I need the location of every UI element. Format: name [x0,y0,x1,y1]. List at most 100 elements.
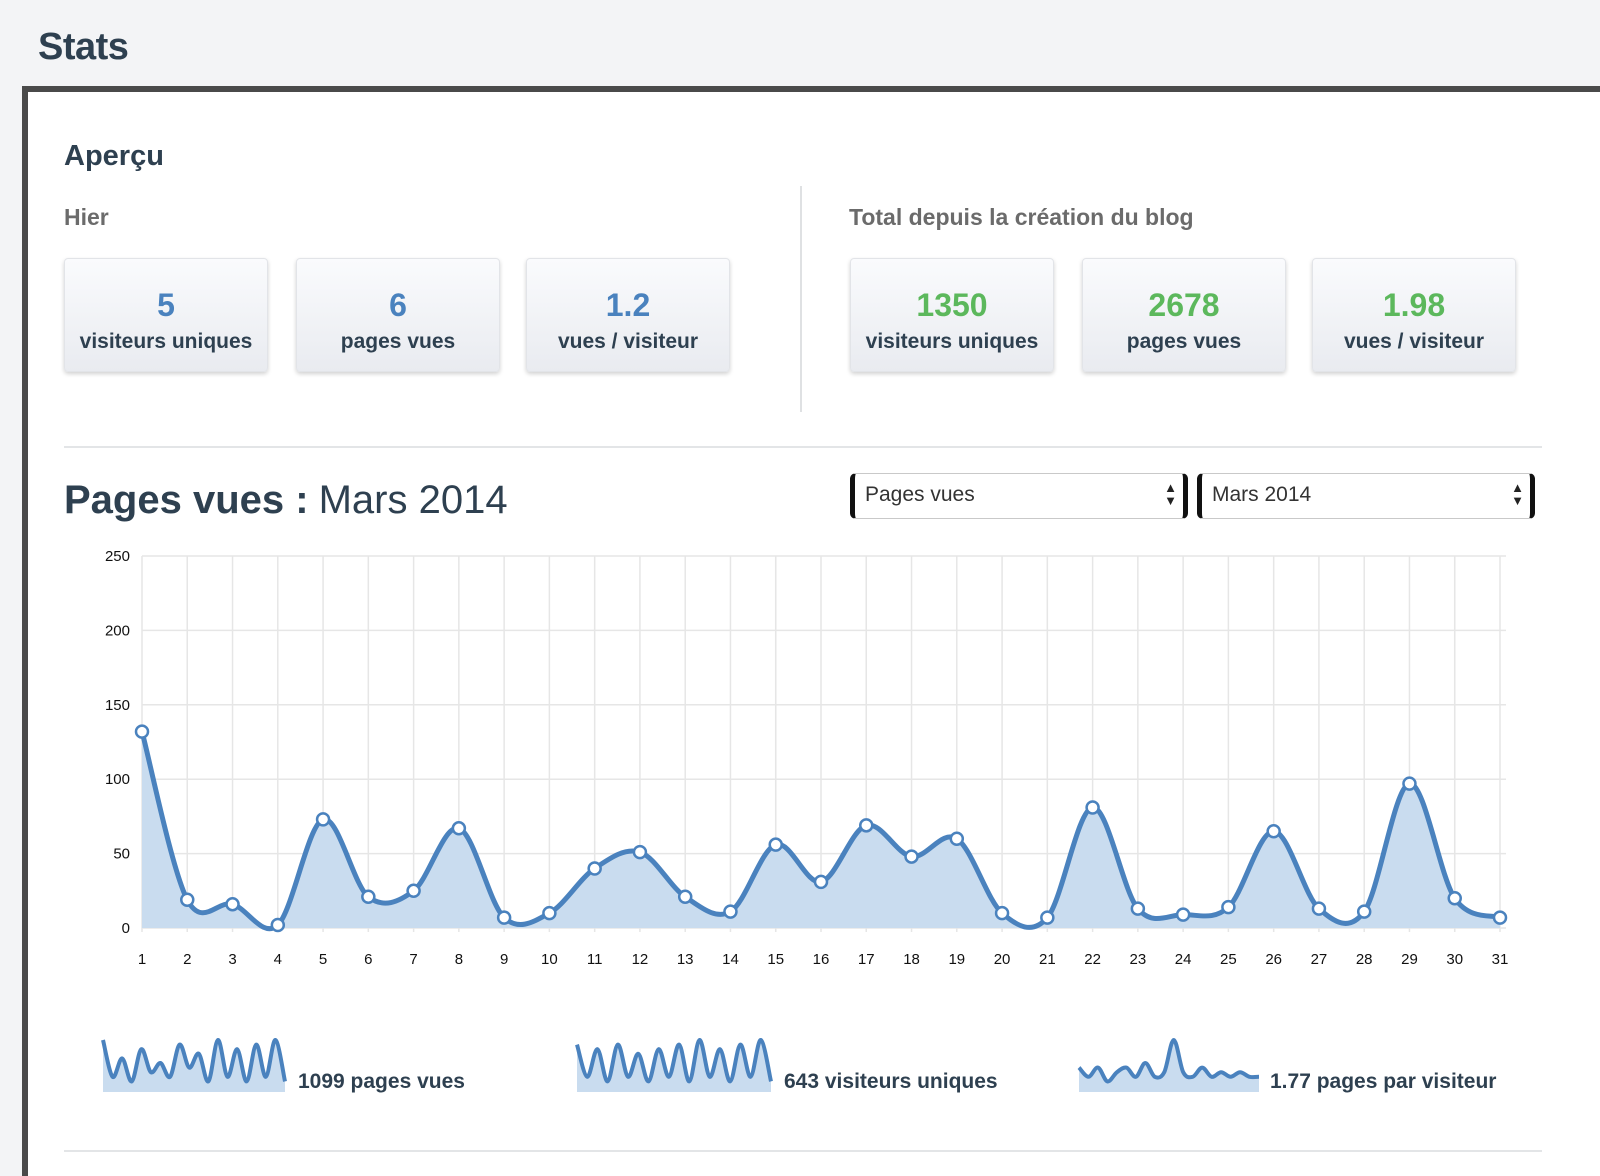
stat-label: visiteurs uniques [865,330,1039,353]
stat-total-views-per-visitor: 1.98 vues / visiteur [1312,258,1516,372]
x-tick-label: 1 [138,951,146,968]
data-point[interactable] [904,849,919,864]
data-point[interactable] [1221,899,1236,915]
data-point[interactable] [1447,890,1462,906]
overview-divider [800,186,802,412]
sparkline-pages-per-visitor-label: 1.77 pages par visiteur [1270,1070,1497,1093]
x-tick-label: 16 [813,951,830,968]
stat-value: 1.2 [605,287,651,323]
overview-title: Aperçu [64,140,164,172]
stat-yesterday-pageviews: 6 pages vues [296,258,500,372]
chart-heading: Pages vues : Mars 2014 [64,478,508,523]
x-tick-label: 6 [364,951,372,968]
x-tick-label: 4 [274,951,282,968]
data-point[interactable] [677,889,693,905]
stat-value: 1.98 [1382,287,1446,323]
month-select[interactable]: Mars 2014 ▲ ▼ [1197,473,1535,519]
y-tick-label: 50 [113,846,130,863]
sparkline-visitors-label: 643 visiteurs uniques [784,1070,998,1093]
x-tick-label: 23 [1130,951,1147,968]
page-title: Stats [38,26,129,68]
x-tick-label: 30 [1446,951,1463,968]
data-point[interactable] [859,818,874,833]
data-point[interactable] [949,831,965,846]
stat-label: visiteurs uniques [79,330,253,353]
x-tick-label: 8 [455,951,463,968]
select-arrows-icon: ▲ ▼ [1164,480,1177,508]
data-point[interactable] [134,724,150,739]
data-point[interactable] [406,883,421,899]
x-tick-label: 29 [1401,951,1418,968]
section-divider [64,446,1542,448]
y-tick-label: 0 [122,920,130,937]
data-point[interactable] [1085,800,1100,815]
sparkline-pageviews-label: 1099 pages vues [298,1070,465,1093]
x-tick-label: 7 [409,951,417,968]
bottom-divider [64,1150,1542,1152]
sparkline-pageviews [101,1037,287,1092]
pageviews-chart: 0501001502002501 2 3 4 5 6 7 8 9 10 11 12 13 14 15 16 17… [105,548,1508,968]
x-tick-label: 2 [183,951,191,968]
data-point[interactable] [361,889,376,905]
x-tick-label: 13 [677,951,694,968]
yesterday-label: Hier [64,204,109,230]
data-point[interactable] [1356,904,1372,919]
x-tick-label: 25 [1220,951,1237,968]
sparkline-visitors [575,1037,773,1092]
stat-yesterday-views-per-visitor: 1.2 vues / visiteur [526,258,730,372]
x-tick-label: 21 [1039,951,1056,968]
x-tick-label: 18 [903,951,920,968]
data-point[interactable] [587,861,602,876]
data-point[interactable] [1040,910,1055,925]
x-tick-label: 20 [994,951,1011,968]
x-tick-label: 17 [858,951,875,968]
data-point[interactable] [451,821,467,836]
data-point[interactable] [542,905,557,921]
stat-yesterday-visitors: 5 visiteurs uniques [64,258,268,372]
stat-value: 2678 [1148,287,1220,323]
data-point[interactable] [180,892,195,907]
data-point[interactable] [1130,901,1146,916]
data-point[interactable] [1311,901,1327,916]
select-arrows-icon: ▲ ▼ [1511,480,1524,508]
total-label: Total depuis la création du blog [849,204,1194,230]
chart-title: Pages vues : [64,478,309,522]
data-point[interactable] [315,812,331,827]
y-tick-label: 150 [105,697,130,714]
data-point[interactable] [270,917,286,933]
stat-label: vues / visiteur [1343,330,1485,353]
data-point[interactable] [1266,824,1281,839]
stat-total-pageviews: 2678 pages vues [1082,258,1286,372]
data-point[interactable] [994,905,1010,921]
data-point[interactable] [632,844,648,860]
x-tick-label: 9 [500,951,508,968]
x-tick-label: 22 [1084,951,1101,968]
data-point[interactable] [496,910,512,925]
x-tick-label: 27 [1311,951,1328,968]
stat-value: 6 [389,287,407,323]
data-point[interactable] [1175,907,1191,922]
x-tick-label: 11 [587,951,603,968]
x-tick-label: 28 [1356,951,1373,968]
stat-value: 1350 [916,287,988,323]
data-point[interactable] [1492,910,1508,925]
data-point[interactable] [225,896,240,912]
data-point[interactable] [813,874,829,890]
data-point[interactable] [1402,776,1417,791]
stat-label: vues / visiteur [557,330,699,353]
x-tick-label: 5 [319,951,327,968]
x-tick-label: 10 [541,951,558,968]
stat-value: 5 [157,287,175,323]
sparkline-pages-per-visitor [1077,1038,1260,1092]
y-tick-label: 200 [105,622,130,639]
data-point[interactable] [723,904,738,919]
data-point[interactable] [768,837,783,852]
chart-month: Mars 2014 [318,478,508,522]
x-tick-label: 14 [722,951,739,968]
stat-label: pages vues [340,330,456,353]
x-tick-label: 3 [228,951,236,968]
metric-select[interactable]: Pages vues ▲ ▼ [850,473,1188,519]
x-tick-label: 26 [1265,951,1282,968]
stats-panel: Aperçu Hier Total depuis la création du … [22,86,1600,1176]
y-tick-label: 100 [105,771,130,788]
